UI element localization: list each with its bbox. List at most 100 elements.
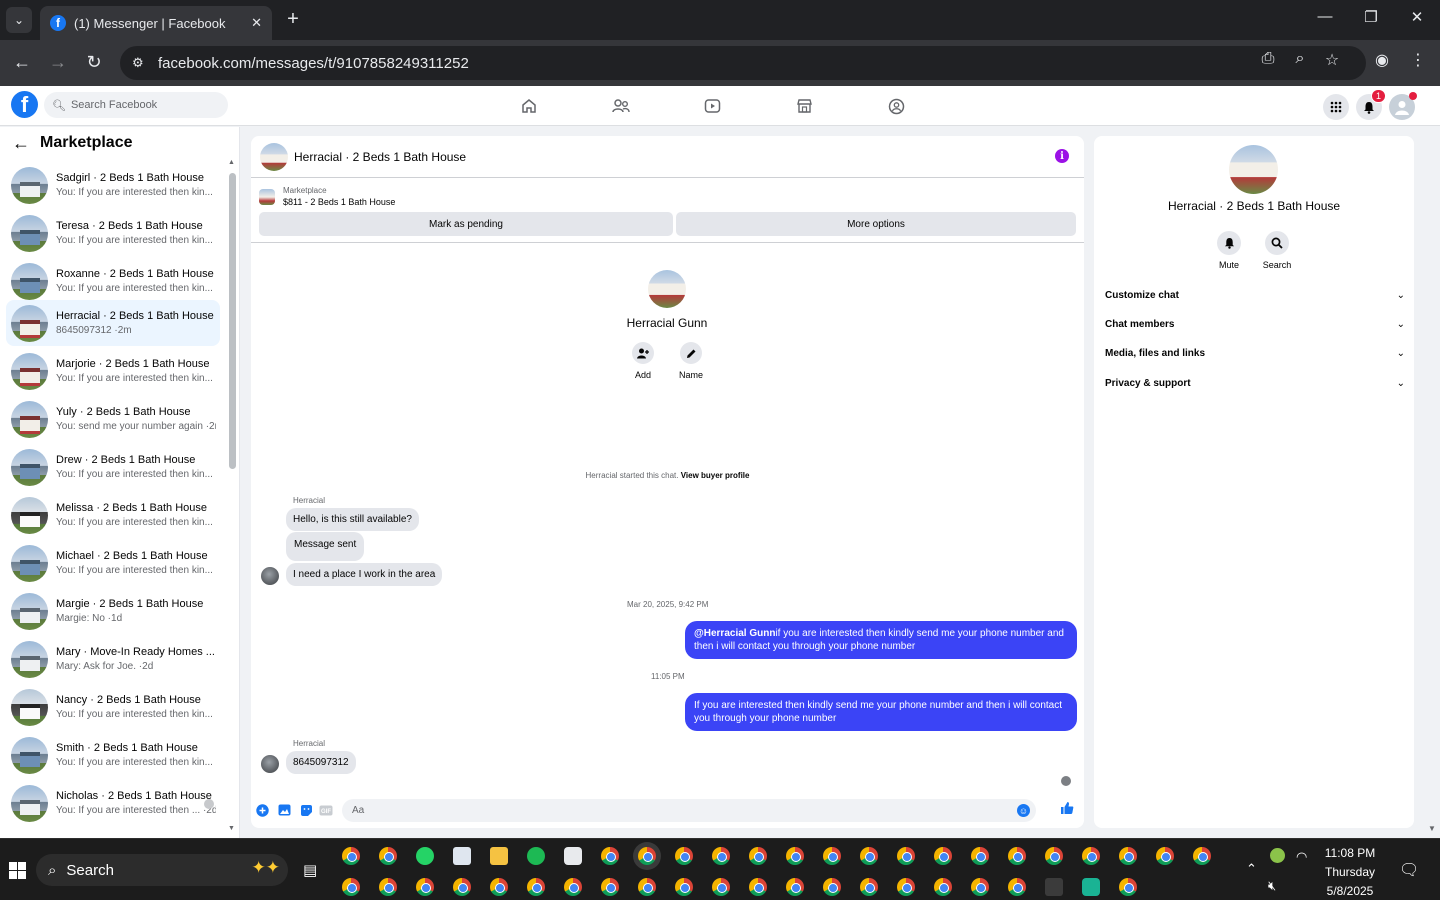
- back-arrow-icon[interactable]: ←: [12, 133, 30, 154]
- task-view-icon[interactable]: ▤: [303, 861, 317, 879]
- chrome-icon[interactable]: [971, 878, 989, 896]
- outgoing-message[interactable]: If you are interested then kindly send m…: [685, 693, 1077, 731]
- app-icon[interactable]: [564, 847, 582, 865]
- video-icon[interactable]: [701, 96, 723, 116]
- chrome-icon[interactable]: [490, 878, 508, 896]
- chrome-icon[interactable]: [379, 847, 397, 865]
- add-member-action[interactable]: Add: [623, 342, 663, 380]
- chrome-icon[interactable]: [897, 847, 915, 865]
- chrome-icon[interactable]: [453, 878, 471, 896]
- conversation-item[interactable]: Drew · 2 Beds 1 Bath House You: If you ar…: [6, 444, 220, 490]
- chat-members-row[interactable]: Chat members ⌄: [1105, 314, 1405, 334]
- chrome-icon[interactable]: [527, 878, 545, 896]
- mute-action[interactable]: Mute: [1204, 231, 1254, 270]
- chrome-icon[interactable]: [1008, 878, 1026, 896]
- chrome-icon[interactable]: [749, 847, 767, 865]
- conversation-item[interactable]: Mary · Move-In Ready Homes ... Mary: Ask …: [6, 636, 220, 682]
- photo-icon[interactable]: [277, 803, 291, 817]
- facebook-search-input[interactable]: [70, 99, 221, 111]
- tray-app-icon[interactable]: [1270, 848, 1285, 863]
- conversation-item-active[interactable]: Herracial · 2 Beds 1 Bath House 864509731…: [6, 300, 220, 346]
- listing-avatar[interactable]: [1229, 145, 1278, 194]
- chrome-icon[interactable]: [342, 847, 360, 865]
- chrome-icon[interactable]: [860, 878, 878, 896]
- site-settings-icon[interactable]: ⚙: [132, 55, 150, 71]
- spotify-icon[interactable]: [527, 847, 545, 865]
- emoji-icon[interactable]: ☺: [1017, 804, 1030, 817]
- marketplace-listing-row[interactable]: Marketplace $811 - 2 Beds 1 Bath House: [259, 186, 395, 207]
- chrome-icon[interactable]: [601, 847, 619, 865]
- privacy-support-row[interactable]: Privacy & support ⌄: [1105, 373, 1405, 393]
- show-hidden-icons-chevron-up-icon[interactable]: ⌃: [1246, 861, 1257, 877]
- buyer-profile-picture[interactable]: [648, 270, 686, 308]
- sticker-icon[interactable]: [299, 803, 313, 817]
- taskbar-clock[interactable]: 11:08 PM Thursday 5/8/2025: [1310, 844, 1390, 900]
- incoming-message[interactable]: 8645097312: [286, 751, 356, 774]
- facebook-search[interactable]: 🔍︎: [44, 92, 228, 118]
- teal-app-icon[interactable]: [1082, 878, 1100, 896]
- chrome-icon[interactable]: [934, 847, 952, 865]
- chrome-icon[interactable]: [675, 878, 693, 896]
- wifi-icon[interactable]: ◠: [1296, 849, 1307, 865]
- menu-grid-icon[interactable]: [1323, 94, 1349, 120]
- chrome-icon[interactable]: [1045, 847, 1063, 865]
- buyer-avatar-small[interactable]: [261, 755, 279, 773]
- chrome-icon[interactable]: [1119, 847, 1137, 865]
- gif-icon[interactable]: GIF: [319, 803, 333, 817]
- tab-close-icon[interactable]: ✕: [251, 15, 262, 31]
- maximize-window-button[interactable]: ❐: [1356, 8, 1386, 26]
- chat-listing-thumbnail[interactable]: [260, 142, 288, 171]
- url-text[interactable]: facebook.com/messages/t/9107858249311252: [158, 55, 469, 72]
- omnibox[interactable]: ⚙ facebook.com/messages/t/91078582493112…: [120, 46, 1366, 80]
- incoming-message[interactable]: Message sent: [286, 532, 365, 561]
- notifications-bell-icon[interactable]: 1: [1356, 89, 1386, 120]
- chrome-icon[interactable]: [712, 878, 730, 896]
- chrome-icon[interactable]: [1156, 847, 1174, 865]
- whatsapp-icon[interactable]: [416, 847, 434, 865]
- chrome-icon[interactable]: [934, 878, 952, 896]
- conversation-item[interactable]: Roxanne · 2 Beds 1 Bath House You: If you…: [6, 258, 220, 304]
- message-input-box[interactable]: ☺: [342, 799, 1036, 822]
- chrome-icon[interactable]: [564, 878, 582, 896]
- tab-search-chevron-down-icon[interactable]: ⌄: [6, 7, 32, 33]
- back-button[interactable]: ←: [10, 52, 34, 74]
- mark-as-pending-button[interactable]: Mark as pending: [259, 212, 673, 236]
- account-avatar[interactable]: [1389, 92, 1417, 120]
- chrome-icon[interactable]: [860, 847, 878, 865]
- windows-start-icon[interactable]: [9, 862, 26, 879]
- plus-circle-icon[interactable]: [255, 803, 269, 817]
- thumbs-up-icon[interactable]: [1060, 801, 1074, 815]
- message-input[interactable]: [352, 805, 1002, 816]
- conversation-item[interactable]: Michael · 2 Beds 1 Bath House You: If you…: [6, 540, 220, 586]
- conversation-item[interactable]: Marjorie · 2 Beds 1 Bath House You: If yo…: [6, 348, 220, 394]
- tools-app-icon[interactable]: [1045, 878, 1063, 896]
- chrome-icon[interactable]: [971, 847, 989, 865]
- marketplace-icon[interactable]: [793, 96, 815, 116]
- chrome-icon[interactable]: [786, 847, 804, 865]
- friends-icon[interactable]: [610, 96, 632, 116]
- facebook-logo[interactable]: f: [11, 91, 38, 118]
- chrome-icon[interactable]: [823, 847, 841, 865]
- profile-icon[interactable]: ◉: [1371, 50, 1393, 70]
- file-explorer-icon[interactable]: [490, 847, 508, 865]
- scroll-down-arrow-icon[interactable]: ▼: [228, 825, 235, 832]
- chrome-icon[interactable]: [601, 878, 619, 896]
- conversation-item[interactable]: Nancy · 2 Beds 1 Bath House You: If you a…: [6, 684, 220, 730]
- notifications-chat-icon[interactable]: 🗨︎: [1399, 860, 1419, 880]
- taskbar-search-box[interactable]: ⌕ Search ✦✦: [36, 854, 288, 886]
- forward-button[interactable]: →: [46, 52, 70, 74]
- chrome-icon[interactable]: [1119, 878, 1137, 896]
- chrome-icon[interactable]: [897, 878, 915, 896]
- chrome-icon[interactable]: [786, 878, 804, 896]
- info-icon[interactable]: i: [1055, 149, 1069, 163]
- chrome-icon[interactable]: [1193, 847, 1211, 865]
- minimize-window-button[interactable]: —: [1310, 8, 1340, 25]
- conversation-item[interactable]: Melissa · 2 Beds 1 Bath House You: If you…: [6, 492, 220, 538]
- scroll-up-arrow-icon[interactable]: ▲: [228, 159, 235, 166]
- media-files-links-row[interactable]: Media, files and links ⌄: [1105, 343, 1405, 363]
- notepad-icon[interactable]: [453, 847, 471, 865]
- conversation-item[interactable]: Nicholas · 2 Beds 1 Bath House You: If yo…: [6, 780, 220, 826]
- zoom-icon[interactable]: ⌕: [1289, 50, 1311, 68]
- new-tab-button[interactable]: +: [282, 8, 304, 30]
- chrome-icon[interactable]: [416, 878, 434, 896]
